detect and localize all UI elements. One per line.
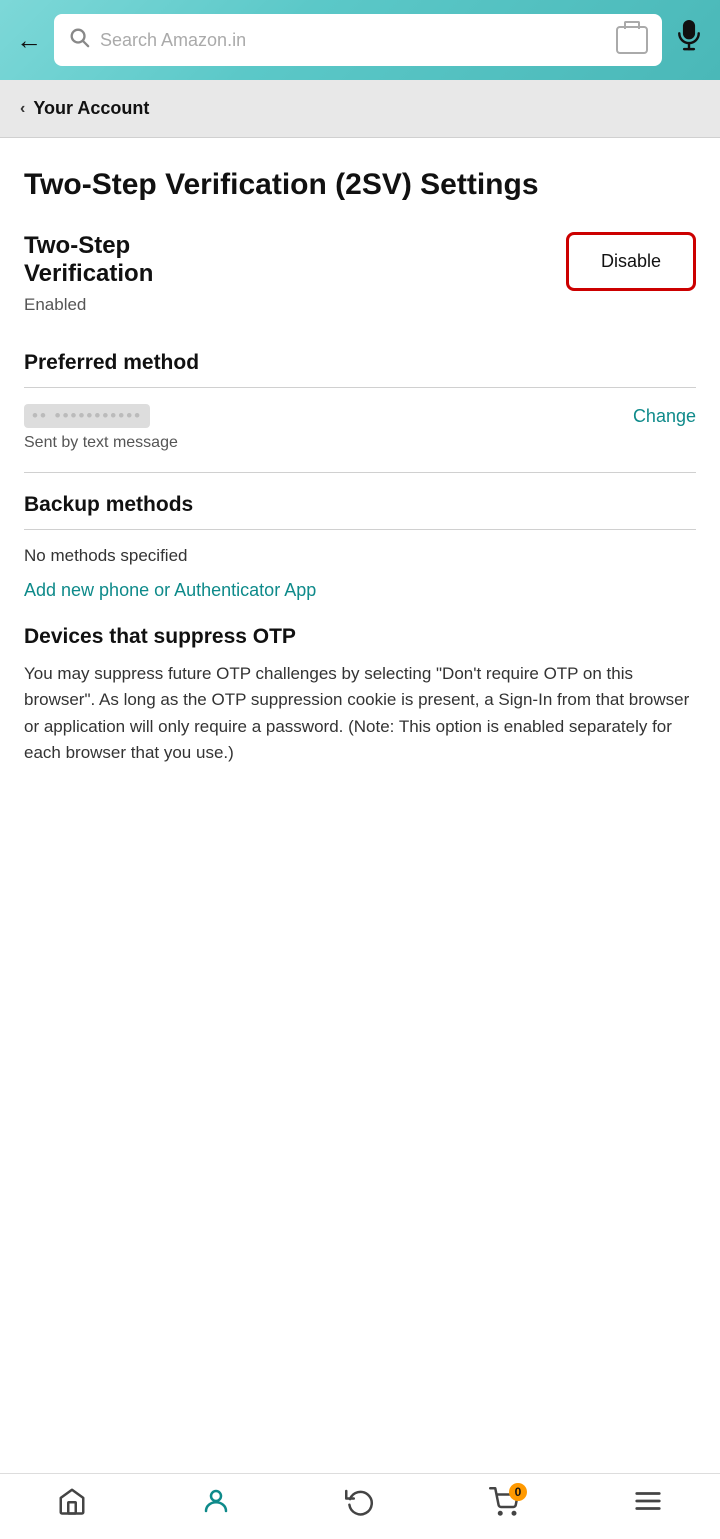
sent-by-text: Sent by text message [24, 434, 696, 452]
otp-description: You may suppress future OTP challenges b… [24, 661, 696, 766]
app-header: ← Search Amazon.in [0, 0, 720, 80]
phone-number-masked: •• ••••••••••• [24, 404, 150, 428]
backup-methods-section: Backup methods No methods specified Add … [24, 493, 696, 601]
bottom-navigation: 0 [0, 1473, 720, 1539]
method-row: •• ••••••••••• Change [24, 404, 696, 428]
main-content: Two-Step Verification (2SV) Settings Two… [0, 138, 720, 1539]
preferred-method-divider [24, 387, 696, 388]
search-placeholder-text: Search Amazon.in [100, 30, 606, 51]
change-link[interactable]: Change [633, 406, 696, 427]
nav-cart[interactable]: 0 [474, 1487, 534, 1522]
tsv-label: Two-StepVerification [24, 232, 554, 290]
tsv-info: Two-StepVerification Enabled [24, 232, 554, 316]
camera-scan-icon[interactable] [616, 26, 648, 54]
backup-methods-title: Backup methods [24, 493, 696, 517]
cart-count-badge: 0 [509, 1483, 527, 1501]
page-title: Two-Step Verification (2SV) Settings [24, 166, 696, 204]
menu-icon [633, 1486, 663, 1523]
disable-button[interactable]: Disable [566, 232, 696, 291]
section-divider-1 [24, 472, 696, 473]
nav-menu[interactable] [618, 1486, 678, 1523]
search-bar[interactable]: Search Amazon.in [54, 14, 662, 66]
search-icon [68, 26, 90, 54]
account-icon [201, 1486, 231, 1523]
no-methods-text: No methods specified [24, 546, 696, 566]
preferred-method-section: Preferred method •• ••••••••••• Change S… [24, 351, 696, 452]
back-button[interactable]: ← [16, 25, 42, 56]
two-step-verification-section: Two-StepVerification Enabled Disable [24, 232, 696, 316]
breadcrumb[interactable]: ‹ Your Account [0, 80, 720, 138]
returns-icon [345, 1486, 375, 1523]
nav-home[interactable] [42, 1486, 102, 1523]
preferred-method-title: Preferred method [24, 351, 696, 375]
nav-account[interactable] [186, 1486, 246, 1523]
cart-badge: 0 [489, 1487, 519, 1522]
breadcrumb-chevron-icon: ‹ [20, 100, 25, 118]
microphone-icon[interactable] [674, 20, 704, 61]
otp-title: Devices that suppress OTP [24, 625, 696, 649]
home-icon [57, 1486, 87, 1523]
nav-returns[interactable] [330, 1486, 390, 1523]
breadcrumb-label: Your Account [33, 98, 149, 119]
backup-methods-divider [24, 529, 696, 530]
tsv-status: Enabled [24, 295, 554, 315]
otp-suppress-section: Devices that suppress OTP You may suppre… [24, 625, 696, 766]
add-method-link[interactable]: Add new phone or Authenticator App [24, 580, 316, 600]
